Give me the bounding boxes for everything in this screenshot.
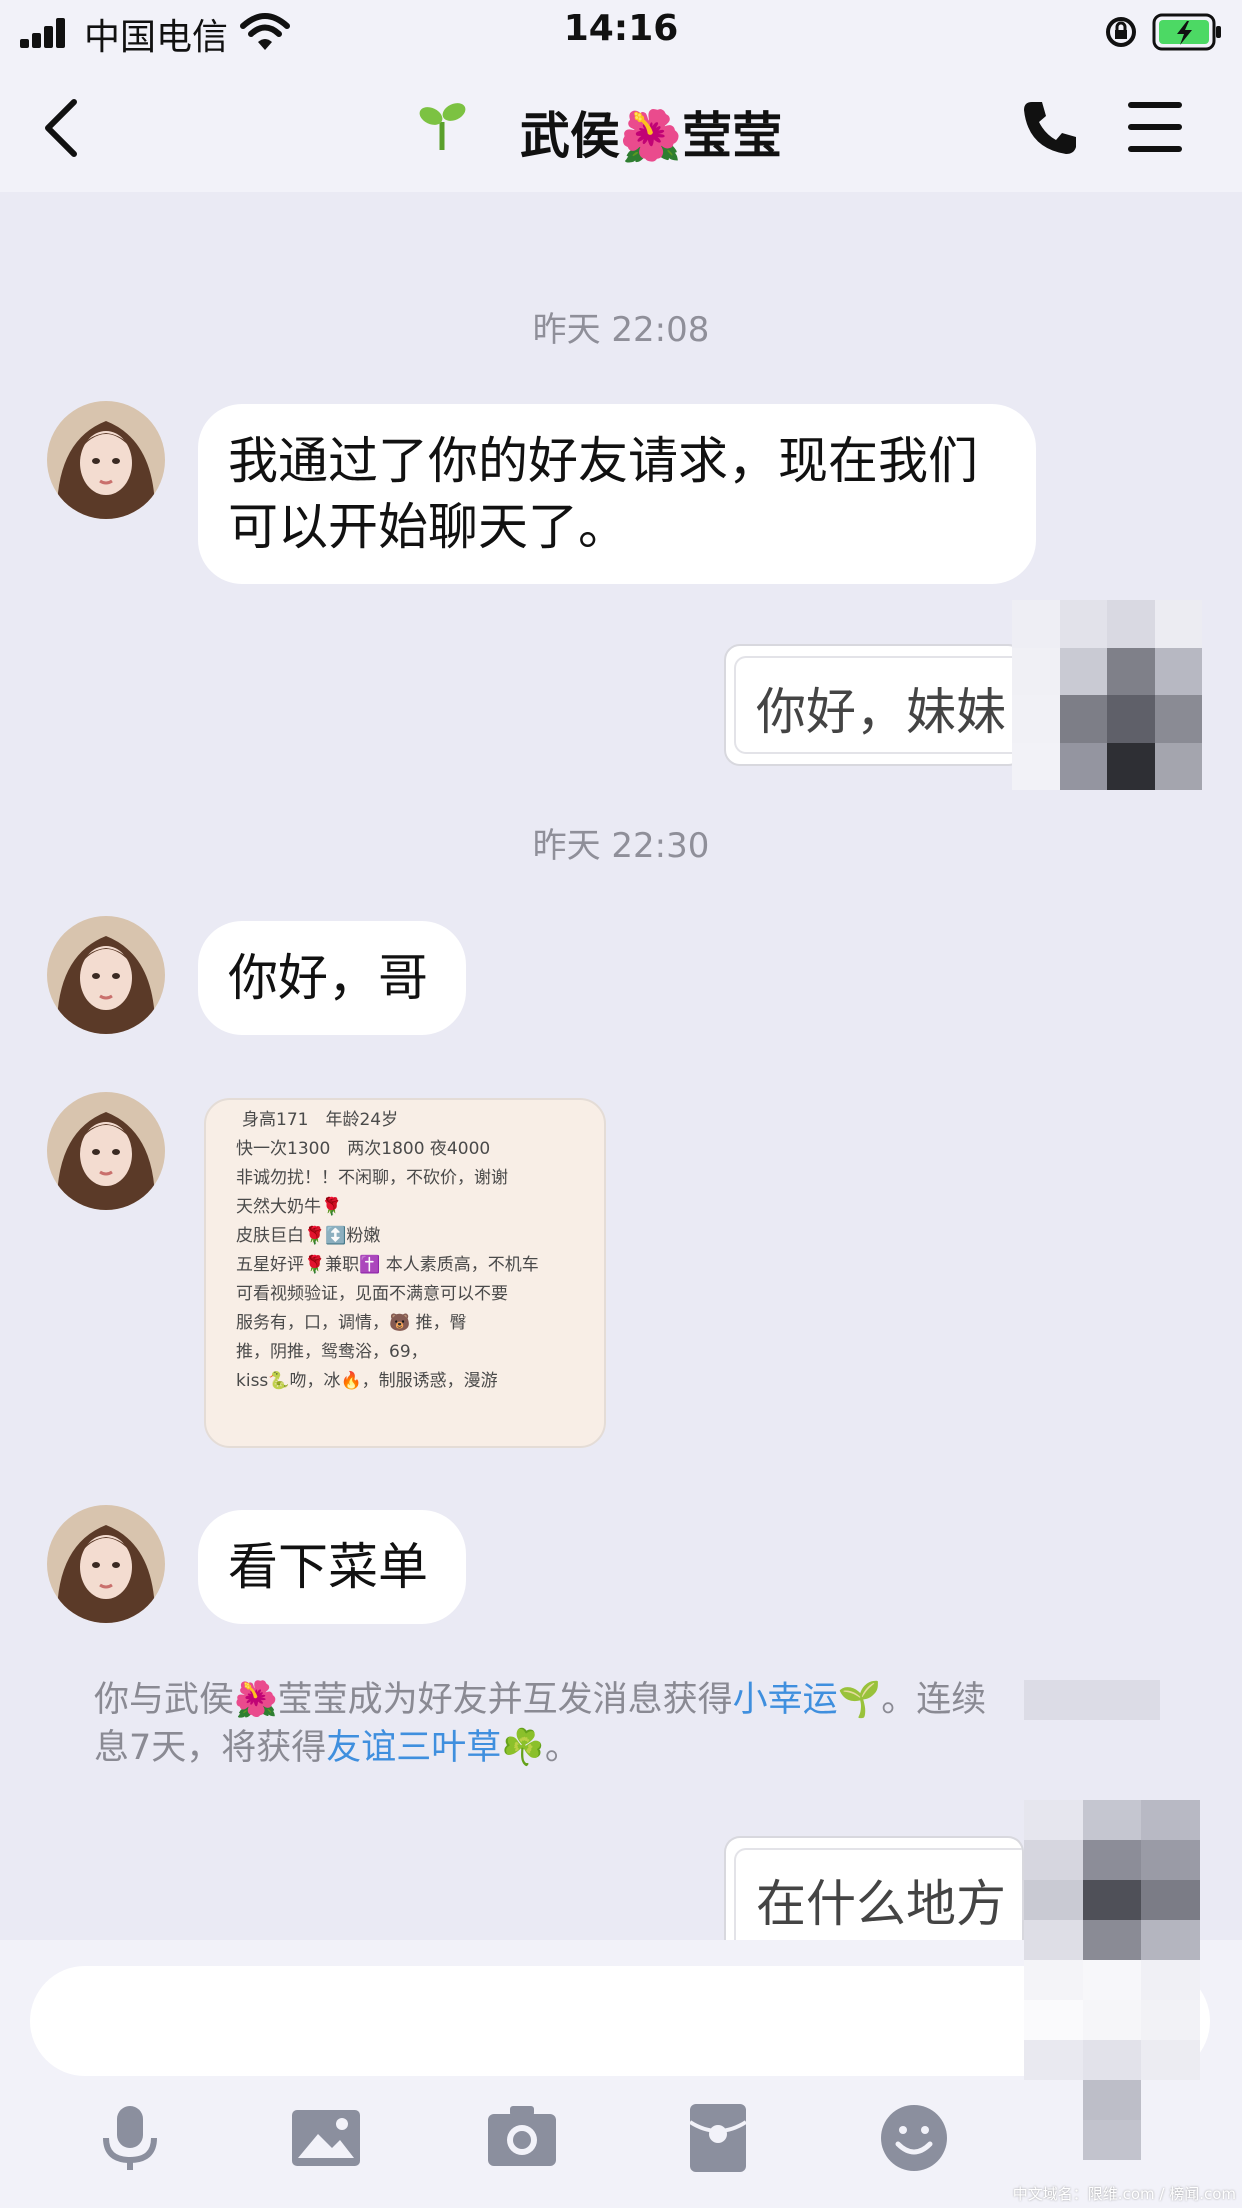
clover-link[interactable]: 友谊三叶草 bbox=[326, 1728, 501, 1768]
message-text: 在什么地方 bbox=[756, 1875, 1006, 1933]
image-text-line: 五星好评🌹兼职✝️ 本人素质高，不机车 bbox=[236, 1255, 539, 1275]
message-bubble-outgoing[interactable]: 你好，妹妹 bbox=[724, 644, 1024, 766]
message-bubble-outgoing[interactable]: 在什么地方 bbox=[724, 1836, 1024, 1940]
image-text-line: 皮肤巨白🌹↕️粉嫩 bbox=[236, 1226, 381, 1246]
contact-avatar[interactable] bbox=[47, 916, 165, 1034]
message-bubble-incoming[interactable]: 你好，哥 bbox=[198, 921, 466, 1035]
contact-avatar[interactable] bbox=[47, 1092, 165, 1210]
image-icon[interactable] bbox=[288, 2100, 364, 2176]
microphone-icon[interactable] bbox=[92, 2100, 168, 2176]
image-text-line: 推，阴推，鸳鸯浴，69， bbox=[236, 1342, 428, 1362]
notice-text: 你与武侯🌺莹莹成为好友并互发消息获得 bbox=[94, 1680, 733, 1720]
message-text: 你好，妹妹 bbox=[756, 683, 1006, 741]
emoji-icon[interactable] bbox=[876, 2100, 952, 2176]
red-packet-icon[interactable] bbox=[680, 2100, 756, 2176]
message-bubble-incoming[interactable]: 看下菜单 bbox=[198, 1510, 466, 1624]
phone-call-button[interactable] bbox=[1020, 98, 1080, 158]
lucky-link[interactable]: 小幸运 bbox=[733, 1680, 838, 1720]
contact-avatar[interactable] bbox=[47, 1505, 165, 1623]
image-text-line: 身高171 年龄24岁 bbox=[242, 1110, 399, 1130]
battery-icon bbox=[1152, 13, 1221, 51]
image-text-line: 快一次1300 两次1800 夜4000 bbox=[236, 1139, 491, 1159]
image-text-line: 天然大奶牛🌹 bbox=[236, 1197, 343, 1217]
image-message[interactable]: 身高171 年龄24岁 快一次1300 两次1800 夜4000 非诚勿扰！！不… bbox=[204, 1098, 606, 1448]
system-notice: 你与武侯🌺莹莹成为好友并互发消息获得小幸运🌱。连续 息7天，将获得友谊三叶草☘️… bbox=[94, 1676, 1024, 1772]
message-bubble-incoming[interactable]: 我通过了你的好友请求，现在我们可以开始聊天了。 bbox=[198, 404, 1036, 584]
more-menu-button[interactable] bbox=[1126, 100, 1184, 154]
timestamp: 昨天 22:08 bbox=[532, 310, 710, 350]
timestamp: 昨天 22:30 bbox=[532, 826, 710, 866]
pixelated-avatar bbox=[1024, 1800, 1200, 2160]
image-text-line: kiss🐍吻，冰🔥，制服诱惑，漫游 bbox=[236, 1371, 498, 1391]
camera-icon[interactable] bbox=[484, 2100, 560, 2176]
image-text-line: 非诚勿扰！！不闲聊，不砍价，谢谢 bbox=[236, 1168, 508, 1188]
notice-text: 🌱。连续 bbox=[837, 1680, 987, 1720]
pixelated-overlay bbox=[1024, 1680, 1160, 1720]
notice-text: 息7天，将获得 bbox=[94, 1728, 327, 1768]
rotation-lock-icon bbox=[1106, 17, 1136, 47]
notice-text: ☘️。 bbox=[501, 1728, 580, 1768]
image-text-line: 可看视频验证，见面不满意可以不要 bbox=[236, 1284, 508, 1304]
image-text-line: 服务有，口，调情，🐻 推，臀 bbox=[236, 1313, 467, 1333]
watermark: 中文域名：限维.com / 榜闻.com bbox=[1012, 2185, 1236, 2203]
contact-avatar[interactable] bbox=[47, 401, 165, 519]
pixelated-avatar bbox=[1012, 600, 1202, 790]
clock: 14:16 bbox=[563, 8, 679, 49]
image-text-lines: 身高171 年龄24岁 快一次1300 两次1800 夜4000 非诚勿扰！！不… bbox=[236, 1106, 539, 1396]
